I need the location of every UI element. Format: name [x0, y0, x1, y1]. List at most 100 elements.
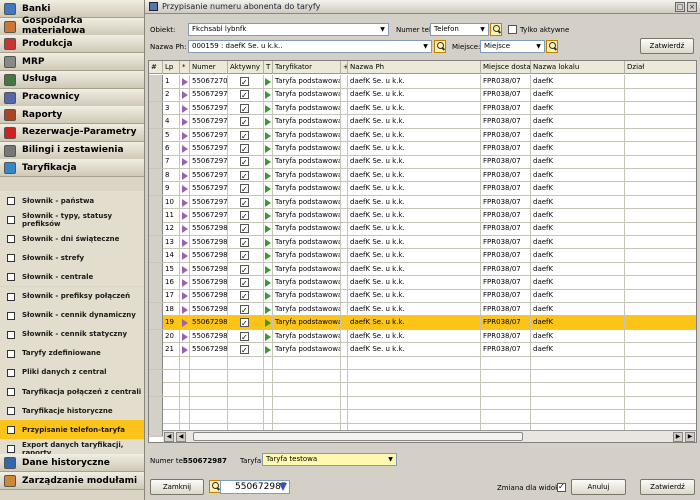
sidebar-module-item[interactable]: Rezerwacje-Parametry [0, 123, 144, 142]
arrow-right-icon[interactable] [265, 252, 271, 261]
zmiana-checkbox[interactable] [557, 482, 566, 492]
row-selector[interactable] [149, 142, 163, 155]
search-icon[interactable] [546, 40, 558, 53]
table-row[interactable]: 20 550672988 Taryfa podstawowa daefK Se. u … [149, 329, 696, 344]
aktywny-checkbox[interactable] [240, 183, 249, 195]
aktywny-checkbox[interactable] [240, 290, 249, 302]
aktywny-checkbox[interactable] [240, 143, 249, 155]
sidebar-module-item[interactable]: Dane historyczne [0, 454, 144, 472]
sidebar-sub-item[interactable]: Przypisanie telefon-taryfa [0, 420, 144, 440]
aktywny-checkbox[interactable] [240, 304, 249, 316]
search-icon[interactable] [490, 23, 502, 36]
search-icon[interactable] [434, 40, 446, 53]
close-button[interactable]: × [687, 2, 697, 12]
arrow-right-icon[interactable] [265, 185, 271, 194]
aktywny-checkbox[interactable] [240, 210, 249, 222]
table-row[interactable]: 21 550672989 Taryfa podstawowa daefK Se. u … [149, 343, 696, 357]
row-selector[interactable] [149, 209, 163, 222]
aktywny-checkbox[interactable] [240, 197, 249, 209]
column-header[interactable]: Miejsce dostawy [481, 61, 531, 74]
row-selector[interactable] [149, 262, 163, 276]
scroll-left-icon[interactable]: ◀ [164, 432, 174, 442]
row-selector[interactable] [149, 289, 163, 303]
table-row[interactable]: 4 550672972 Taryfa podstawowa daefK Se. u k… [149, 115, 696, 129]
horizontal-scrollbar[interactable]: ◀ ◀ ▶ ▶ [163, 430, 696, 442]
aktywny-checkbox[interactable] [240, 317, 249, 329]
sidebar-module-item[interactable]: Pracownicy [0, 88, 144, 107]
zamknij-button[interactable]: Zamknij [150, 479, 204, 495]
row-selector[interactable] [149, 115, 163, 129]
column-header[interactable]: Taryfikator [273, 61, 341, 74]
column-header[interactable]: Nazwa lokalu [531, 61, 625, 74]
aktywny-checkbox[interactable] [240, 156, 249, 168]
sidebar-module-item[interactable]: Zarządzanie modułami [0, 472, 144, 490]
sidebar-sub-item[interactable]: Słownik - typy, statusy prefiksów [0, 210, 144, 230]
row-selector[interactable] [149, 195, 163, 209]
sidebar-module-item[interactable]: Taryfikacja [0, 159, 144, 178]
maximize-button[interactable]: □ [675, 2, 685, 12]
aktywny-checkbox[interactable] [240, 103, 249, 115]
row-selector[interactable] [149, 88, 163, 102]
row-selector[interactable] [149, 316, 163, 330]
row-selector[interactable] [149, 235, 163, 249]
sidebar-sub-item[interactable]: Słownik - prefiksy połączeń [0, 286, 144, 306]
arrow-right-icon[interactable] [265, 78, 271, 86]
sidebar-module-item[interactable]: MRP [0, 53, 144, 72]
arrow-right-icon[interactable] [265, 118, 271, 127]
table-row[interactable]: 12 550672980 Taryfa podstawowa daefK Se. u … [149, 222, 696, 236]
aktywny-checkbox[interactable] [240, 264, 249, 276]
arrow-right-icon[interactable] [265, 91, 271, 100]
aktywny-checkbox[interactable] [240, 130, 249, 142]
row-selector[interactable] [149, 302, 163, 316]
taryfa-combo[interactable]: Taryfa testowa ▼ [262, 453, 397, 466]
table-row[interactable]: 16 550672984 Taryfa podstawowa daefK Se. u … [149, 276, 696, 290]
arrow-right-icon[interactable] [265, 225, 271, 234]
sidebar-sub-item[interactable]: Słownik - strefy [0, 248, 144, 268]
tylko-aktywne-checkbox[interactable] [508, 25, 517, 34]
sidebar-sub-item[interactable]: Taryfy zdefiniowane [0, 343, 144, 363]
arrow-right-icon[interactable] [265, 131, 271, 140]
arrow-right-icon[interactable] [265, 158, 271, 167]
zatwierdz-top-button[interactable]: Zatwierdź [640, 38, 694, 54]
sidebar-sub-item[interactable]: Słownik - cennik dynamiczny [0, 305, 144, 325]
table-row[interactable]: 13 550672981 Taryfa podstawowa daefK Se. u … [149, 235, 696, 250]
column-header[interactable]: * [180, 61, 190, 74]
table-row[interactable]: 17 550672985 Taryfa podstawowa daefK Se. u … [149, 289, 696, 303]
anuluj-button[interactable]: Anuluj [571, 479, 626, 495]
zatwierdz-bottom-button[interactable]: Zatwierdź [640, 479, 695, 495]
table-row[interactable]: 19 550672987 Taryfa podstawowa daefK Se. u … [149, 316, 696, 330]
sidebar-sub-item[interactable]: Taryfikacja połączeń z centrali [0, 382, 144, 401]
aktywny-checkbox[interactable] [240, 331, 249, 343]
aktywny-checkbox[interactable] [240, 116, 249, 128]
sidebar-sub-item[interactable]: Słownik - dni świąteczne [0, 229, 144, 249]
sidebar-sub-item[interactable]: Słownik - centrale [0, 267, 144, 287]
arrow-right-icon[interactable] [265, 265, 271, 274]
table-row[interactable]: 11 550672979 Taryfa podstawowa daefK Se. u … [149, 209, 696, 223]
row-selector[interactable] [149, 329, 163, 343]
column-header[interactable]: T [264, 61, 273, 74]
column-header[interactable]: # [149, 61, 163, 74]
scroll-right-icon[interactable]: ▶ [673, 432, 683, 442]
arrow-right-icon[interactable] [265, 212, 271, 220]
aktywny-checkbox[interactable] [240, 344, 249, 356]
table-row[interactable]: 5 550672973 Taryfa podstawowa daefK Se. u k… [149, 128, 696, 143]
column-header[interactable]: Numer [190, 61, 228, 74]
sidebar-module-item[interactable]: Bilingi i zestawienia [0, 141, 144, 160]
row-selector[interactable] [149, 168, 163, 182]
row-selector[interactable] [149, 222, 163, 236]
column-header[interactable]: + [341, 61, 348, 74]
sidebar-module-item[interactable]: Raporty [0, 106, 144, 125]
arrow-right-icon[interactable] [265, 346, 271, 354]
row-selector[interactable] [149, 276, 163, 289]
table-row[interactable]: 2 550672970 Taryfa podstawowa daefK Se. u k… [149, 88, 696, 102]
table-row[interactable]: 18 550672986 Taryfa podstawowa daefK Se. u … [149, 302, 696, 317]
arrow-right-icon[interactable] [265, 305, 271, 314]
sidebar-module-item[interactable]: Gospodarka materiałowa [0, 16, 144, 36]
column-header[interactable]: Aktywny [228, 61, 264, 74]
miejsce-combo[interactable]: Miejsce ▼ [480, 40, 545, 53]
sidebar-sub-item[interactable]: Pliki danych z central [0, 362, 144, 382]
table-row[interactable]: 6 550672974 Taryfa podstawowa daefK Se. u k… [149, 142, 696, 156]
obiekt-combo[interactable]: Fkchsabl lybnfk ▼ [188, 23, 389, 36]
nazwa-ph-combo[interactable]: 000159 : daefK Se. u k.k.. ▼ [188, 40, 432, 53]
table-row[interactable]: 15 550672983 Taryfa podstawowa daefK Se. u … [149, 262, 696, 277]
